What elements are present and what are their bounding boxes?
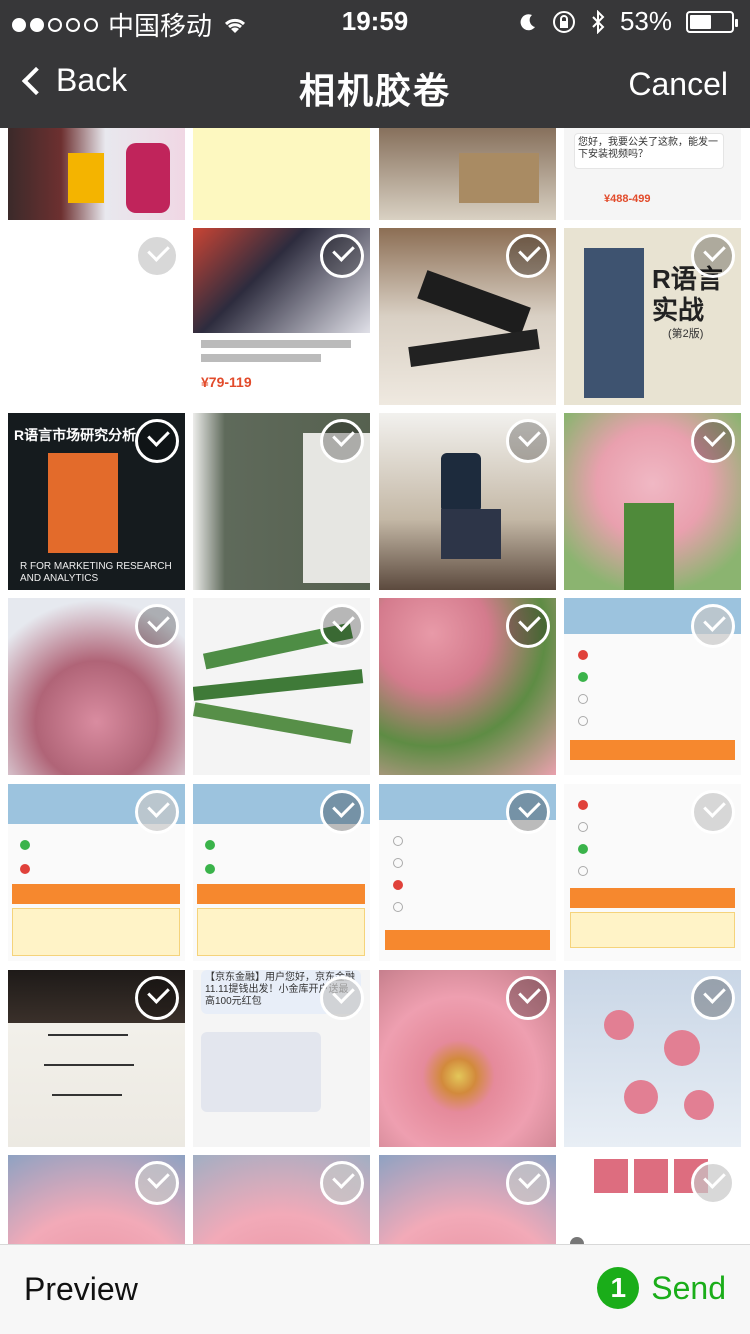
photo-tile[interactable] (564, 784, 741, 961)
photo-tile[interactable] (564, 970, 741, 1147)
select-checkmark-icon[interactable] (320, 1161, 364, 1205)
photo-tile[interactable] (379, 1155, 556, 1244)
photo-tile[interactable] (8, 598, 185, 775)
photo-tile[interactable] (193, 1155, 370, 1244)
battery-fill (690, 14, 711, 29)
photo-tile[interactable] (379, 970, 556, 1147)
photo-tile[interactable] (379, 413, 556, 590)
photo-tile[interactable] (8, 970, 185, 1147)
ad-price-text: ¥79-119 (201, 374, 252, 390)
select-checkmark-icon[interactable] (135, 604, 179, 648)
photo-tile[interactable]: 您好，我要公关了这款，能发一下安装视频吗？ ¥488-499 (564, 128, 741, 220)
photo-tile[interactable]: ¥79-119 (193, 228, 370, 405)
photo-tile[interactable] (564, 598, 741, 775)
select-checkmark-icon[interactable] (691, 1161, 735, 1205)
photo-tile[interactable] (379, 128, 556, 220)
photo-tile[interactable] (193, 598, 370, 775)
select-checkmark-icon[interactable] (320, 790, 364, 834)
photo-tile[interactable] (8, 128, 185, 220)
photo-tile[interactable] (379, 598, 556, 775)
select-checkmark-icon[interactable] (506, 234, 550, 278)
photo-tile[interactable] (8, 228, 185, 405)
photo-tile[interactable] (564, 413, 741, 590)
bluetooth-icon (592, 9, 605, 34)
selected-count-badge: 1 (597, 1267, 640, 1309)
battery-percent: 53% (619, 6, 672, 36)
send-button[interactable]: 1 Send (597, 1267, 726, 1309)
chat-price-text: ¥488-499 (604, 193, 651, 205)
send-label: Send (651, 1269, 726, 1306)
status-bar: 中国移动 19:59 53% (0, 0, 750, 41)
select-checkmark-icon[interactable] (320, 419, 364, 463)
photo-tile[interactable] (193, 413, 370, 590)
select-checkmark-icon[interactable] (135, 234, 179, 278)
select-checkmark-icon[interactable] (320, 604, 364, 648)
select-checkmark-icon[interactable] (506, 604, 550, 648)
select-checkmark-icon[interactable] (320, 976, 364, 1020)
select-checkmark-icon[interactable] (691, 790, 735, 834)
cancel-button[interactable]: Cancel (628, 66, 728, 103)
select-checkmark-icon[interactable] (506, 1161, 550, 1205)
moon-icon (520, 13, 535, 30)
photo-tile[interactable]: 【京东金融】用户您好，京东金融11.11提钱出发！小金库开户送最高100元红包 (193, 970, 370, 1147)
select-checkmark-icon[interactable] (320, 234, 364, 278)
photo-tile[interactable] (193, 128, 370, 220)
photo-tile[interactable] (193, 784, 370, 961)
lock-rotation-icon (552, 10, 575, 33)
status-right: 53% (518, 6, 738, 37)
photo-grid: 您好，我要公关了这款，能发一下安装视频吗？ ¥488-499 ¥79-119 R… (0, 128, 750, 1244)
photo-tile[interactable] (8, 784, 185, 961)
preview-button[interactable]: Preview (24, 1271, 138, 1308)
top-bar: 中国移动 19:59 53% Back 相机胶卷 Cancel (0, 0, 750, 128)
select-checkmark-icon[interactable] (506, 790, 550, 834)
chat-question-text: 您好，我要公关了这款，能发一下安装视频吗？ (578, 137, 718, 160)
bottom-toolbar: Preview 1 Send (0, 1244, 750, 1334)
navigation-bar: Back 相机胶卷 Cancel (0, 40, 750, 128)
select-checkmark-icon[interactable] (135, 419, 179, 463)
photo-tile[interactable] (8, 1155, 185, 1244)
select-checkmark-icon[interactable] (691, 234, 735, 278)
photo-tile[interactable] (564, 1155, 741, 1244)
select-checkmark-icon[interactable] (135, 1161, 179, 1205)
book-subtitle-text: R FOR MARKETING RESEARCH AND ANALYTICS (20, 561, 172, 584)
battery-icon (686, 10, 738, 33)
select-checkmark-icon[interactable] (135, 976, 179, 1020)
select-checkmark-icon[interactable] (506, 419, 550, 463)
select-checkmark-icon[interactable] (135, 790, 179, 834)
book-edition-text: (第2版) (668, 328, 704, 340)
select-checkmark-icon[interactable] (506, 976, 550, 1020)
book-title-text: R语言市场研究分析 (14, 427, 137, 443)
select-checkmark-icon[interactable] (691, 976, 735, 1020)
select-checkmark-icon[interactable] (691, 604, 735, 648)
select-checkmark-icon[interactable] (691, 419, 735, 463)
photo-tile[interactable] (379, 784, 556, 961)
photo-tile[interactable]: R语言实战 (第2版) (564, 228, 741, 405)
photo-tile[interactable] (379, 228, 556, 405)
photo-tile[interactable]: R语言市场研究分析 R FOR MARKETING RESEARCH AND A… (8, 413, 185, 590)
